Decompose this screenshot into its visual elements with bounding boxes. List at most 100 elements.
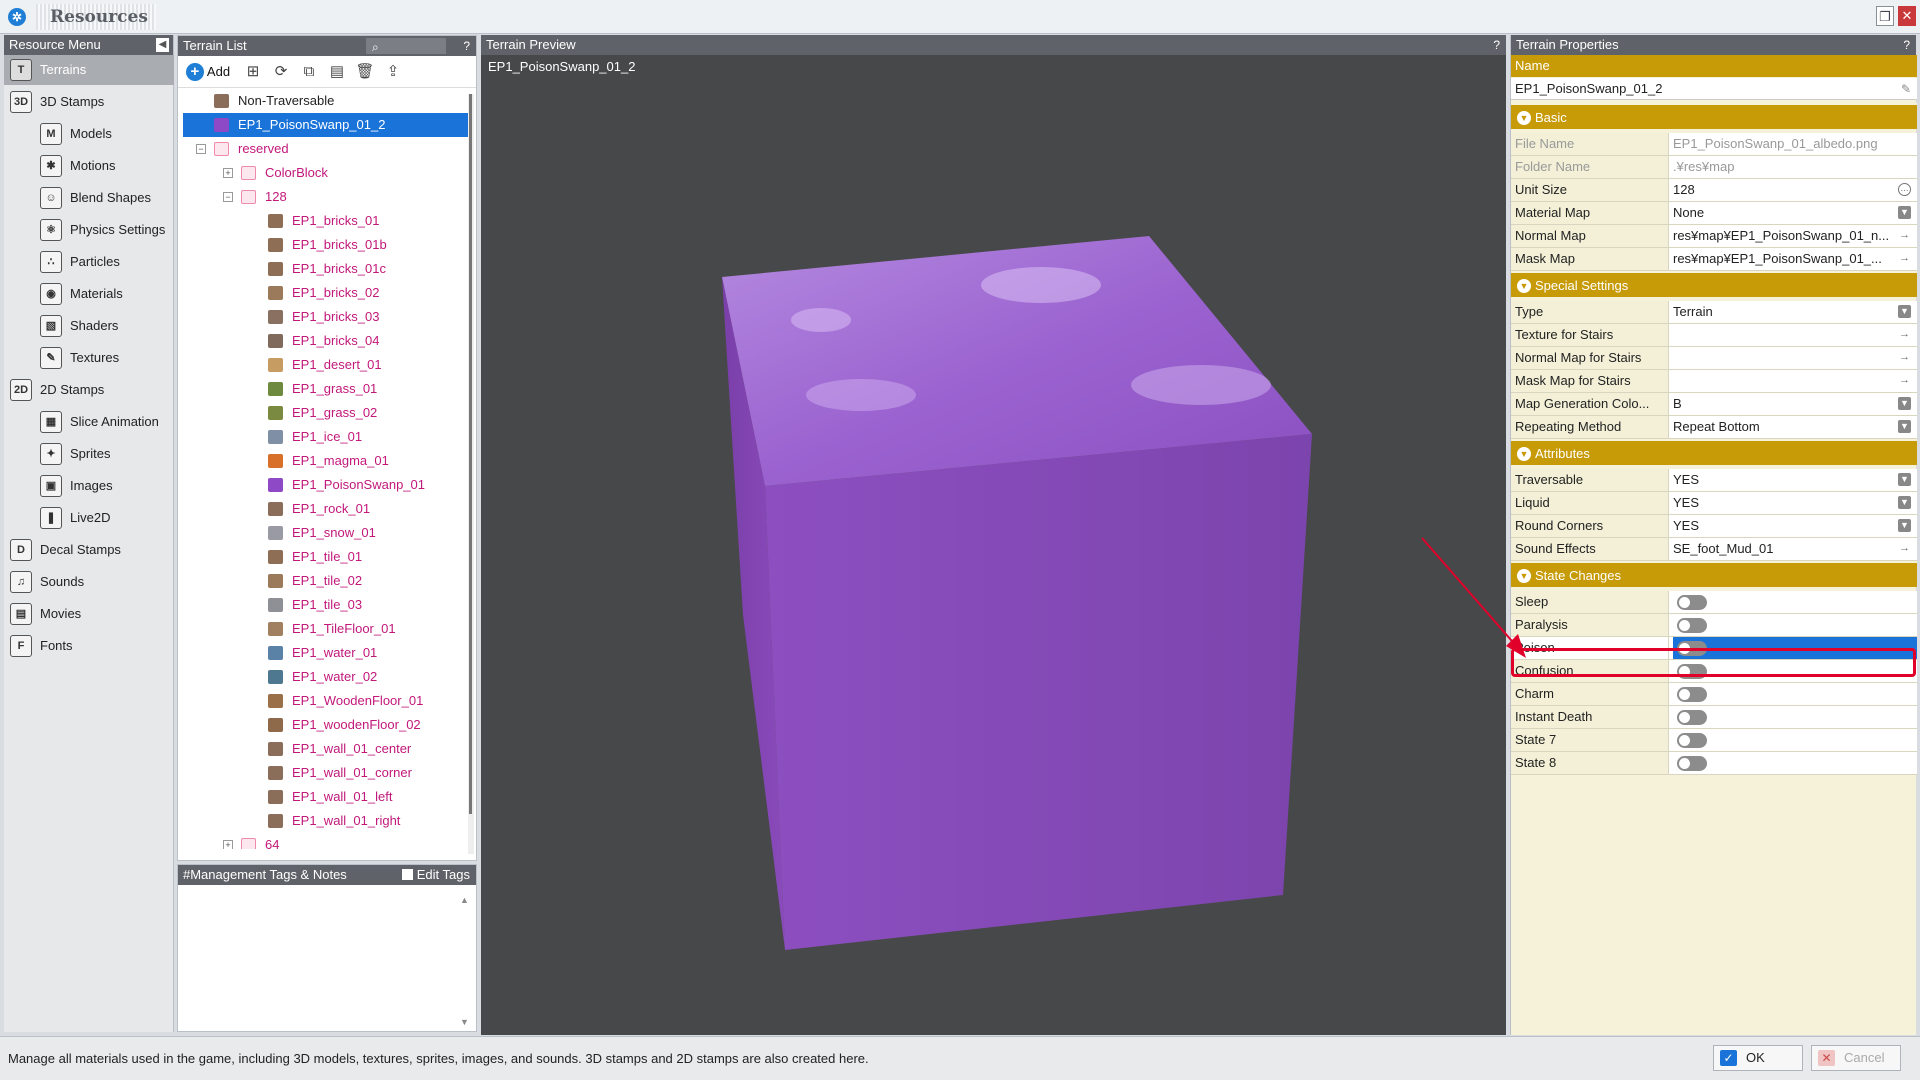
tree-item[interactable]: EP1_snow_01 [178,521,468,545]
property-value[interactable]: YES [1673,469,1893,491]
copy-icon[interactable]: ⧉ [298,62,320,82]
property-row-round-corners[interactable]: Round Corners YES ▼ [1511,515,1917,538]
tree-folder[interactable]: +64 [178,833,468,849]
sidebar-item-blend-shapes[interactable]: ☺ Blend Shapes [4,183,174,213]
sidebar-item-2d-stamps[interactable]: 2D 2D Stamps [4,375,174,405]
tree-item[interactable]: EP1_bricks_02 [178,281,468,305]
property-value[interactable]: None [1673,202,1893,224]
property-row-map-generation-colo[interactable]: Map Generation Colo... B ▼ [1511,393,1917,416]
property-value[interactable]: res¥map¥EP1_PoisonSwanp_01_... [1673,248,1893,270]
cancel-button[interactable]: ✕ Cancel [1811,1045,1901,1071]
dropdown-icon[interactable]: ▼ [1898,397,1911,410]
property-row-charm[interactable]: Charm [1511,683,1917,706]
chevron-down-icon[interactable]: ▼ [1517,111,1531,125]
add-folder-icon[interactable]: ⊞ [242,62,264,82]
add-button[interactable]: + Add [182,62,234,82]
property-value[interactable] [1673,347,1893,369]
property-value[interactable] [1673,324,1893,346]
sidebar-item-sounds[interactable]: ♫ Sounds [4,567,174,597]
tree-scrollbar-thumb[interactable] [469,94,472,814]
tree-item[interactable]: EP1_magma_01 [178,449,468,473]
toggle-switch[interactable] [1677,595,1707,610]
property-row-state-7[interactable]: State 7 [1511,729,1917,752]
tree-item[interactable]: EP1_bricks_04 [178,329,468,353]
property-value[interactable]: Terrain [1673,301,1893,323]
sidebar-item-images[interactable]: ▣ Images [4,471,174,501]
property-value[interactable]: YES [1673,492,1893,514]
dropdown-icon[interactable]: ▼ [1898,473,1911,486]
ok-button[interactable]: ✓ OK [1713,1045,1803,1071]
arrow-right-icon[interactable]: → [1898,374,1911,387]
sidebar-item-sprites[interactable]: ✦ Sprites [4,439,174,469]
sidebar-item-shaders[interactable]: ▧ Shaders [4,311,174,341]
arrow-right-icon[interactable]: → [1898,351,1911,364]
section-basic[interactable]: ▼ Basic [1511,103,1917,129]
preview-help-icon[interactable]: ? [1493,35,1500,55]
collapse-panel-icon[interactable]: ◀ [156,38,169,52]
tree-folder[interactable]: − reserved [178,137,468,161]
restore-window-icon[interactable]: ❐ [1876,6,1894,26]
property-row-repeating-method[interactable]: Repeating Method Repeat Bottom ▼ [1511,416,1917,439]
tree-item[interactable]: EP1_grass_01 [178,377,468,401]
tree-item[interactable]: EP1_water_02 [178,665,468,689]
property-value[interactable]: res¥map¥EP1_PoisonSwanp_01_n... [1673,225,1893,247]
section-attributes[interactable]: ▼ Attributes [1511,439,1917,465]
collapse-icon[interactable]: − [196,144,206,154]
sidebar-item-textures[interactable]: ✎ Textures [4,343,174,373]
chevron-down-icon[interactable]: ▼ [1517,279,1531,293]
property-row-instant-death[interactable]: Instant Death [1511,706,1917,729]
toggle-switch[interactable] [1677,687,1707,702]
tree-item[interactable]: EP1_PoisonSwanp_01_2 [183,113,468,137]
sidebar-item-slice-animation[interactable]: ▦ Slice Animation [4,407,174,437]
toggle-switch[interactable] [1677,733,1707,748]
expand-icon[interactable]: + [223,168,233,178]
sidebar-item-live2d[interactable]: ❚ Live2D [4,503,174,533]
property-row-type[interactable]: Type Terrain ▼ [1511,301,1917,324]
tree-folder[interactable]: + ColorBlock [178,161,468,185]
dropdown-icon[interactable]: ▼ [1898,519,1911,532]
sidebar-item-terrains[interactable]: T Terrains [4,55,174,85]
collapse-icon[interactable]: − [223,192,233,202]
scroll-down-icon[interactable]: ▼ [460,1017,469,1027]
tree-item[interactable]: Non-Traversable [178,89,468,113]
property-value[interactable]: YES [1673,515,1893,537]
terrain-preview-viewport[interactable] [481,55,1506,1035]
paste-icon[interactable]: ▤ [326,62,348,82]
tree-item[interactable]: EP1_tile_01 [178,545,468,569]
tree-item[interactable]: EP1_bricks_01c [178,257,468,281]
delete-icon[interactable]: 🗑 [354,62,376,82]
toggle-switch[interactable] [1677,618,1707,633]
tree-item[interactable]: EP1_rock_01 [178,497,468,521]
property-row-file-name[interactable]: File Name EP1_PoisonSwanp_01_albedo.png [1511,133,1917,156]
property-row-material-map[interactable]: Material Map None ▼ [1511,202,1917,225]
tree-item[interactable]: EP1_wall_01_right [178,809,468,833]
expand-icon[interactable]: + [223,840,233,849]
property-row-state-8[interactable]: State 8 [1511,752,1917,775]
sidebar-item-materials[interactable]: ◉ Materials [4,279,174,309]
sidebar-item-3d-stamps[interactable]: 3D 3D Stamps [4,87,174,117]
sidebar-item-motions[interactable]: ✱ Motions [4,151,174,181]
help-icon[interactable]: ? [463,36,470,56]
chevron-down-icon[interactable]: ▼ [1517,447,1531,461]
property-row-paralysis[interactable]: Paralysis [1511,614,1917,637]
property-value[interactable]: Repeat Bottom [1673,416,1893,438]
arrow-right-icon[interactable]: → [1898,328,1911,341]
sidebar-item-models[interactable]: M Models [4,119,174,149]
property-row-traversable[interactable]: Traversable YES ▼ [1511,469,1917,492]
name-field[interactable]: EP1_PoisonSwanp_01_2 ✎ [1511,78,1917,100]
property-row-unit-size[interactable]: Unit Size 128 ⋯ [1511,179,1917,202]
tree-item[interactable]: EP1_desert_01 [178,353,468,377]
property-row-sleep[interactable]: Sleep [1511,591,1917,614]
sidebar-item-particles[interactable]: ∴ Particles [4,247,174,277]
arrow-right-icon[interactable]: → [1898,229,1911,242]
tree-item[interactable]: EP1_bricks_01 [178,209,468,233]
tree-item[interactable]: EP1_wall_01_center [178,737,468,761]
property-row-folder-name[interactable]: Folder Name .¥res¥map [1511,156,1917,179]
tree-item[interactable]: EP1_tile_02 [178,569,468,593]
dropdown-icon[interactable]: ▼ [1898,305,1911,318]
toggle-switch[interactable] [1677,756,1707,771]
options-icon[interactable]: ⋯ [1898,183,1911,196]
export-icon[interactable]: ⇪ [382,62,404,82]
pencil-icon[interactable]: ✎ [1901,78,1911,100]
arrow-right-icon[interactable]: → [1898,252,1911,265]
